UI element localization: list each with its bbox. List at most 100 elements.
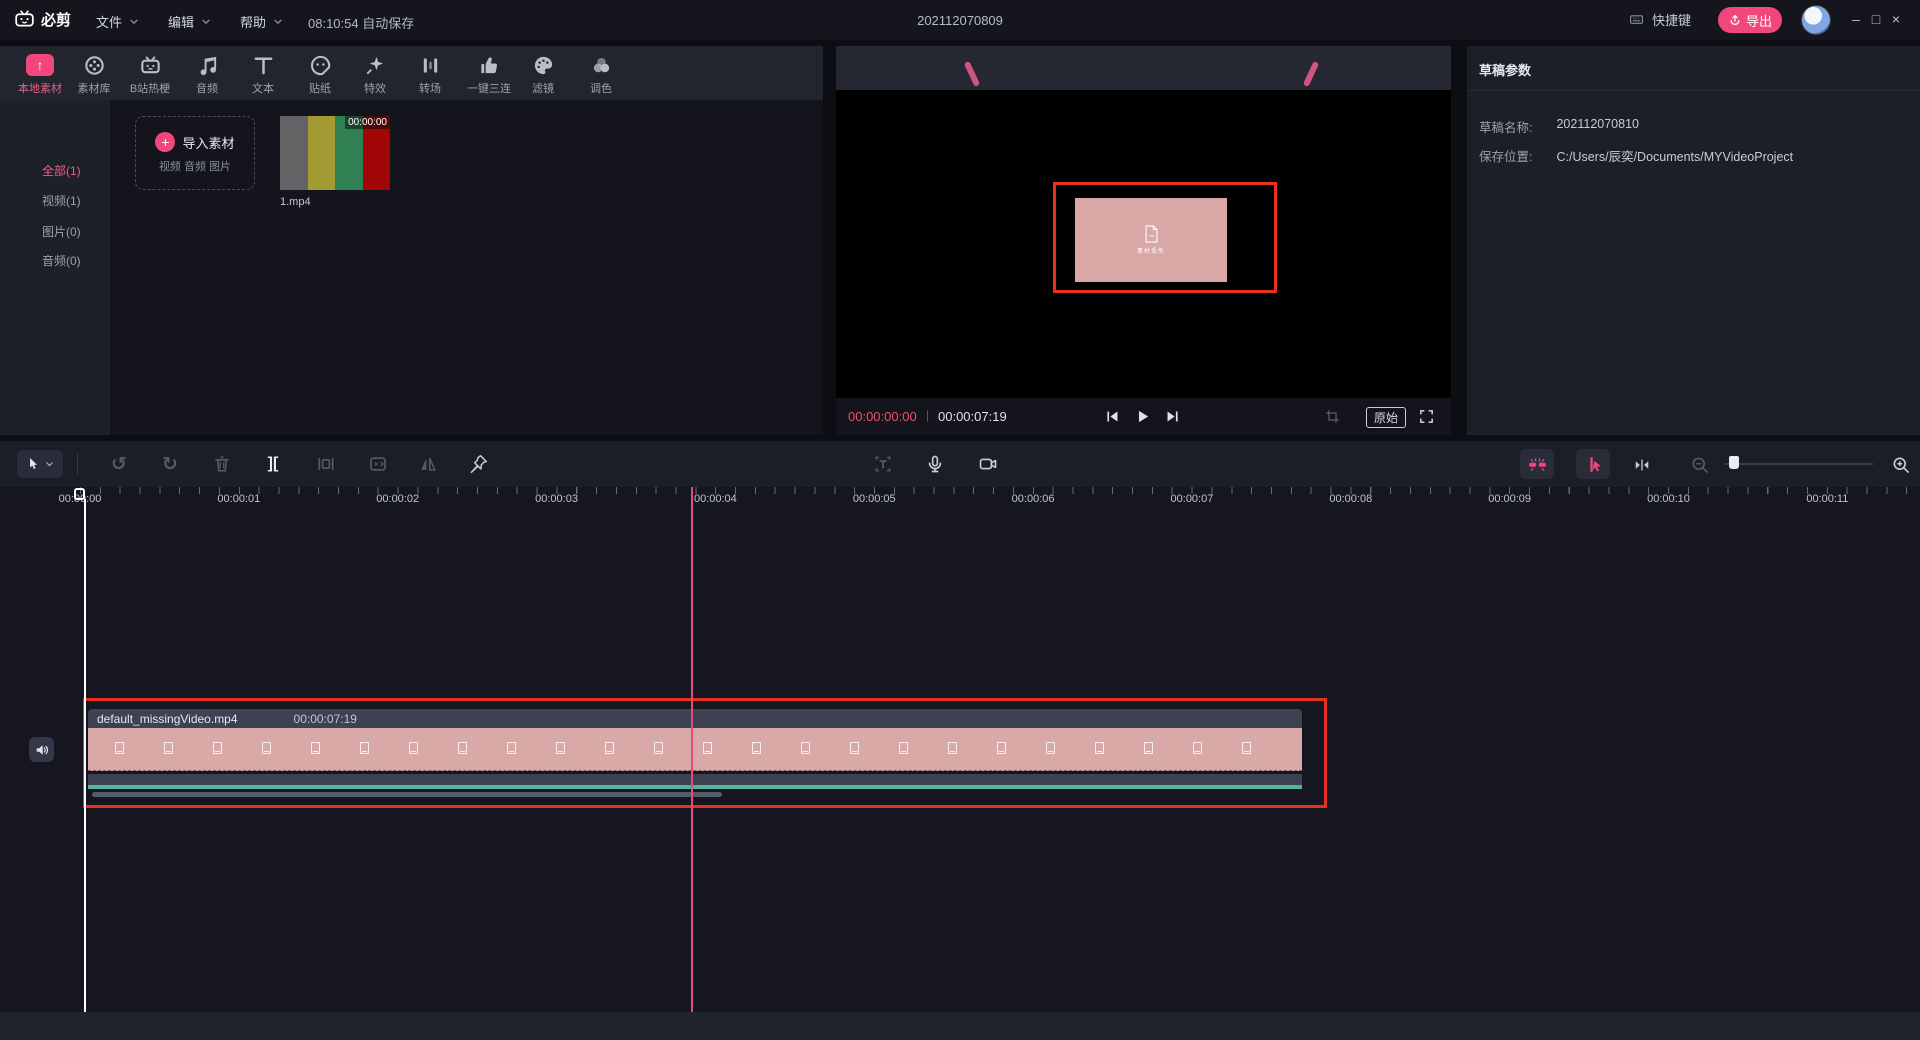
missing-file-icon [850,742,859,754]
tab-label: 本地素材 [12,80,68,96]
import-label: 导入素材 [182,133,234,152]
tab-label: 调色 [573,80,629,96]
sidebar-filter-item[interactable]: 全部(1) [42,162,81,179]
tab-upload-folder[interactable]: ↑ 本地素材 [12,52,68,96]
clip-header[interactable]: default_missingVideo.mp4 00:00:07:19 [88,709,1302,728]
ruler-time-label: 00:00:03 [535,493,578,505]
tab-music-note[interactable]: 音频 [179,52,235,96]
tab-magic-star[interactable]: 特效 [347,52,403,96]
clip-audio-bar[interactable] [88,774,1302,785]
sticker-icon [292,52,348,78]
draft-params-panel: 草稿参数 草稿名称: 202112070810 保存位置: C:/Users/辰… [1467,46,1920,435]
keyboard-icon [1628,12,1645,27]
preview-panel: 素材丢失 00:00:00:00 | 00:00:07:19 原始 [836,46,1451,435]
tab-thumbs-up[interactable]: 一键三连 [461,52,517,96]
text-icon [235,52,291,78]
ruler-time-label: 00:00:09 [1488,493,1531,505]
crop-icon[interactable] [1324,408,1341,425]
shortcuts-button[interactable]: 快捷键 [1628,10,1691,29]
speaker-icon [34,742,50,758]
timecode-separator: | [926,408,929,422]
split-clip-icon[interactable]: ][ [261,452,285,476]
zoom-out-icon[interactable] [1688,453,1712,477]
missing-file-icon [164,742,173,754]
mirror-flip-icon[interactable] [416,452,440,476]
ruler-time-label: 00:00:02 [376,493,419,505]
track-mute-button[interactable] [29,737,54,762]
window-maximize-button[interactable]: □ [1866,11,1886,27]
window-minimize-button[interactable]: – [1846,11,1866,27]
missing-file-icon [1193,742,1202,754]
sidebar-filter-item[interactable]: 图片(0) [42,223,81,240]
missing-file-icon [948,742,957,754]
draft-params-title: 草稿参数 [1479,60,1531,79]
missing-file-icon [899,742,908,754]
play-button[interactable] [1134,408,1151,425]
video-viewport[interactable]: 素材丢失 [836,90,1451,398]
tab-palette[interactable]: 滤镜 [515,52,571,96]
asset-sidebar: 全部(1) 视频(1) 图片(0) 音频(0) [0,100,110,435]
pin-icon[interactable] [466,452,490,476]
tab-sticker[interactable]: 贴纸 [292,52,348,96]
window-close-button[interactable]: × [1886,11,1906,27]
tab-color-circles[interactable]: 调色 [573,52,629,96]
export-button[interactable]: 导出 [1718,7,1782,33]
clip-audio-waveform-line [88,785,1302,789]
clip-filmstrip[interactable] [88,728,1302,771]
save-path-row: 保存位置: C:/Users/辰奕/Documents/MYVideoProje… [1479,146,1793,165]
current-timecode: 00:00:00:00 [848,409,917,424]
tab-tv[interactable]: B站热梗 [122,52,178,96]
timeline-horizontal-scrollbar[interactable] [92,792,722,797]
missing-file-icon [213,742,222,754]
sidebar-filter-item[interactable]: 视频(1) [42,192,81,209]
user-avatar[interactable] [1801,5,1831,35]
transition-bars-icon [402,52,458,78]
zoom-in-icon[interactable] [1889,453,1913,477]
annotation-red-box: 素材丢失 [1053,182,1277,293]
clip-name: default_missingVideo.mp4 [97,712,238,726]
tab-label: 转场 [402,80,458,96]
missing-file-icon [556,742,565,754]
playhead-line[interactable] [84,499,86,1012]
zoom-slider-thumb[interactable] [1729,456,1739,469]
text-recognition-icon[interactable] [871,452,895,476]
undo-icon[interactable]: ↺ [107,452,131,476]
fullscreen-icon[interactable] [1418,408,1435,425]
timeline-zoom-slider[interactable] [1725,463,1873,465]
tab-text[interactable]: 文本 [235,52,291,96]
tab-transition-bars[interactable]: 转场 [402,52,458,96]
align-center-icon[interactable] [1630,453,1654,477]
ruler-time-label: 00:00:06 [1012,493,1055,505]
missing-file-icon [507,742,516,754]
adsorb-button[interactable] [1576,449,1610,479]
missing-file-icon [409,742,418,754]
film-reel-icon [66,52,122,78]
import-subtitle: 视频 音频 图片 [159,158,231,174]
select-tool-button[interactable] [17,450,63,478]
camera-record-icon[interactable] [976,452,1000,476]
auto-snap-button[interactable] [1520,449,1554,479]
import-material-button[interactable]: + 导入素材 视频 音频 图片 [135,116,255,190]
missing-file-icon [311,742,320,754]
microphone-icon[interactable] [923,452,947,476]
tab-label: 贴纸 [292,80,348,96]
timeline-ruler[interactable] [80,487,1920,494]
thumbnail-color-bar [280,116,308,190]
missing-file-icon [115,742,124,754]
media-clip-thumbnail[interactable]: 00:00:00 [280,116,390,190]
original-ratio-button[interactable]: 原始 [1366,407,1406,428]
palette-icon [515,52,571,78]
sidebar-filter-item[interactable]: 音频(0) [42,252,81,269]
upload-folder-icon: ↑ [12,52,68,78]
trim-frame-icon[interactable] [314,452,338,476]
timeline-bottom-strip [0,1012,1920,1040]
redo-icon[interactable]: ↻ [158,452,182,476]
next-frame-button[interactable] [1164,408,1181,425]
timeline-clip[interactable]: default_missingVideo.mp4 00:00:07:19 [88,709,1302,789]
picture-in-picture-icon[interactable] [366,452,390,476]
delete-icon[interactable] [210,452,234,476]
previous-frame-button[interactable] [1104,408,1121,425]
tab-film-reel[interactable]: 素材库 [66,52,122,96]
tab-label: 一键三连 [461,80,517,96]
color-circles-icon [573,52,629,78]
